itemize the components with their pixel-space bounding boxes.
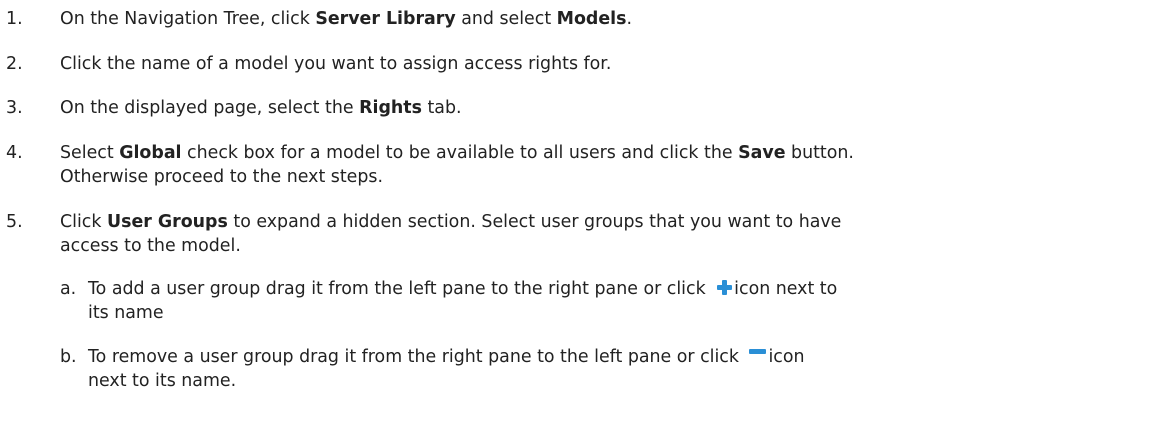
substep-text-continuation: next to its name. [88,371,237,391]
step-text-part: On the Navigation Tree, click [60,9,316,29]
step-text: Select Global check box for a model to b… [60,141,854,165]
substep-text-part: To add a user group drag it from the lef… [88,279,712,299]
step-number: 5. [6,212,23,232]
step-text-part: check box for a model to be available to… [181,143,739,163]
step-text: Click the name of a model you want to as… [60,54,612,74]
ui-term-models: Models [556,9,627,29]
ui-term-global: Global [119,143,182,163]
instruction-list: 1. On the Navigation Tree, click Server … [0,0,1162,421]
step-text-part: and select [455,9,557,29]
step-number: 3. [6,98,23,118]
step-number: 2. [6,54,23,74]
step-number: 4. [6,143,23,163]
step-text-part: tab. [421,98,462,118]
step-text: On the Navigation Tree, click Server Lib… [60,7,632,31]
ui-term-save: Save [738,143,786,163]
step-text-continuation: access to the model. [60,236,241,256]
substep-text: To remove a user group drag it from the … [88,345,805,369]
plus-icon [715,278,733,296]
substep-text-part: To remove a user group drag it from the … [88,347,745,367]
substep-letter: a. [60,279,77,299]
ui-term-user-groups: User Groups [106,212,228,232]
substep-text: To add a user group drag it from the lef… [88,277,837,301]
ui-term-rights: Rights [359,98,422,118]
substep-text-continuation: its name [88,303,164,323]
step-text: Click User Groups to expand a hidden sec… [60,210,841,234]
step-text: On the displayed page, select the Rights… [60,96,462,120]
step-text-continuation: Otherwise proceed to the next steps. [60,167,384,187]
step-text-part: . [626,9,633,29]
step-text-part: On the displayed page, select the [60,98,360,118]
substep-text-part: icon next to [734,279,838,299]
step-text-part: Select [60,143,120,163]
step-number: 1. [6,9,23,29]
ui-term-server-library: Server Library [315,9,456,29]
step-text-part: to expand a hidden section. Select user … [227,212,842,232]
step-text-part: Click [60,212,107,232]
substep-letter: b. [60,347,77,367]
minus-icon [748,346,767,364]
substep-text-part: icon [768,347,805,367]
step-text-part: button. [785,143,854,163]
